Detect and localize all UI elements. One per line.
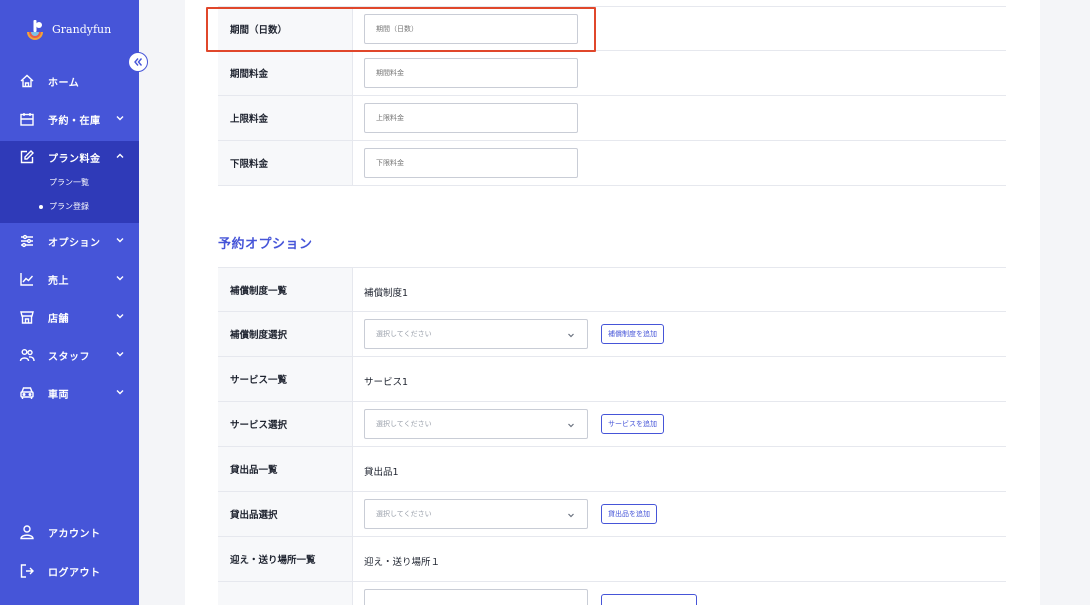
sidebar-item-plan-fee[interactable]: プラン料金 xyxy=(0,143,139,171)
sidebar-item-label: 店舗 xyxy=(48,313,69,325)
section-title: 予約オプション xyxy=(218,237,313,252)
field-label: 期間（日数） xyxy=(218,7,353,50)
row-rental-list: 貸出品一覧 貸出品1 xyxy=(218,447,1006,492)
row-period-fee: 期間料金 xyxy=(218,51,1006,96)
rental-select[interactable]: 選択してください xyxy=(364,499,588,529)
chevron-down-icon xyxy=(568,513,574,518)
brand-logo[interactable]: Grandyfun xyxy=(24,18,111,40)
chevron-down-icon xyxy=(116,352,124,357)
edit-icon xyxy=(18,148,36,166)
service-value: サービス1 xyxy=(364,377,409,388)
chevron-down-icon xyxy=(568,423,574,428)
field-label: サービス選択 xyxy=(218,402,353,446)
chart-icon xyxy=(18,270,36,288)
row-min-fee: 下限料金 xyxy=(218,141,1006,186)
chevron-up-icon xyxy=(116,153,124,158)
field-label xyxy=(218,582,353,605)
sidebar-item-label: スタッフ xyxy=(48,351,90,363)
row-period-days: 期間（日数） xyxy=(218,6,1006,51)
sidebar-item-home[interactable]: ホーム xyxy=(0,67,139,95)
chevron-down-icon xyxy=(116,238,124,243)
sidebar-item-label: 予約・在庫 xyxy=(48,115,101,127)
add-pickup-button[interactable] xyxy=(601,594,697,605)
double-chevron-left-icon xyxy=(134,58,143,66)
car-icon xyxy=(18,384,36,402)
account-button[interactable]: アカウント xyxy=(0,518,139,546)
sidebar-item-label: プラン料金 xyxy=(48,153,101,165)
period-days-input[interactable] xyxy=(364,14,578,44)
row-compensation-select: 補償制度選択 選択してください 補償制度を追加 xyxy=(218,312,1006,357)
row-max-fee: 上限料金 xyxy=(218,96,1006,141)
rental-value: 貸出品1 xyxy=(364,467,399,478)
collapse-sidebar-button[interactable] xyxy=(128,52,148,72)
compensation-select[interactable]: 選択してください xyxy=(364,319,588,349)
row-service-select: サービス選択 選択してください サービスを追加 xyxy=(218,402,1006,447)
sidebar-item-vehicle[interactable]: 車両 xyxy=(0,379,139,407)
pickup-select[interactable] xyxy=(364,589,588,605)
account-label: アカウント xyxy=(48,528,101,540)
field-label: 貸出品一覧 xyxy=(218,447,353,491)
sidebar: Grandyfun ホーム 予約・在庫 プラン料金 プラン一覧 プラン登録 オプ… xyxy=(0,0,139,605)
field-label: サービス一覧 xyxy=(218,357,353,401)
field-label: 補償制度一覧 xyxy=(218,268,353,311)
user-icon xyxy=(18,523,36,541)
sidebar-item-label: 売上 xyxy=(48,275,69,287)
add-rental-button[interactable]: 貸出品を追加 xyxy=(601,504,657,524)
sidebar-item-sales[interactable]: 売上 xyxy=(0,265,139,293)
row-service-list: サービス一覧 サービス1 xyxy=(218,357,1006,402)
row-pickup-list: 迎え・送り場所一覧 迎え・送り場所１ xyxy=(218,537,1006,582)
sidebar-item-reservation[interactable]: 予約・在庫 xyxy=(0,105,139,133)
row-pickup-select-partial xyxy=(218,582,1006,605)
logout-label: ログアウト xyxy=(48,567,101,579)
chevron-down-icon xyxy=(116,276,124,281)
sidebar-item-label: 車両 xyxy=(48,389,69,401)
logo-icon xyxy=(24,18,46,40)
sidebar-subitem-plan-list[interactable]: プラン一覧 xyxy=(49,177,89,188)
chevron-down-icon xyxy=(116,390,124,395)
add-compensation-button[interactable]: 補償制度を追加 xyxy=(601,324,664,344)
field-label: 下限料金 xyxy=(218,141,353,185)
service-select[interactable]: 選択してください xyxy=(364,409,588,439)
sidebar-item-label: ホーム xyxy=(48,77,80,89)
sidebar-item-store[interactable]: 店舗 xyxy=(0,303,139,331)
logout-icon xyxy=(18,562,36,580)
field-label: 期間料金 xyxy=(218,51,353,95)
sidebar-item-options[interactable]: オプション xyxy=(0,227,139,255)
max-fee-input[interactable] xyxy=(364,103,578,133)
field-label: 補償制度選択 xyxy=(218,312,353,356)
select-placeholder: 選択してください xyxy=(376,420,432,428)
main-content: 期間（日数） 期間料金 上限料金 下限料金 予約オプション 補償制度一覧 補償制… xyxy=(185,0,1040,605)
field-label: 迎え・送り場所一覧 xyxy=(218,537,353,581)
add-service-button[interactable]: サービスを追加 xyxy=(601,414,664,434)
sidebar-item-staff[interactable]: スタッフ xyxy=(0,341,139,369)
chevron-down-icon xyxy=(568,333,574,338)
min-fee-input[interactable] xyxy=(364,148,578,178)
field-label: 貸出品選択 xyxy=(218,492,353,536)
compensation-value: 補償制度1 xyxy=(364,288,409,299)
calendar-icon xyxy=(18,110,36,128)
brand-name: Grandyfun xyxy=(52,22,112,36)
chevron-down-icon xyxy=(116,116,124,121)
field-label: 上限料金 xyxy=(218,96,353,140)
pickup-value: 迎え・送り場所１ xyxy=(364,557,441,568)
period-fee-input[interactable] xyxy=(364,58,578,88)
home-icon xyxy=(18,72,36,90)
options-icon xyxy=(18,232,36,250)
select-placeholder: 選択してください xyxy=(376,510,432,518)
sidebar-subitem-plan-register[interactable]: プラン登録 xyxy=(39,201,89,212)
staff-icon xyxy=(18,346,36,364)
select-placeholder: 選択してください xyxy=(376,330,432,338)
sidebar-item-label: オプション xyxy=(48,237,101,249)
chevron-down-icon xyxy=(116,314,124,319)
store-icon xyxy=(18,308,36,326)
row-compensation-list: 補償制度一覧 補償制度1 xyxy=(218,267,1006,312)
row-rental-select: 貸出品選択 選択してください 貸出品を追加 xyxy=(218,492,1006,537)
logout-button[interactable]: ログアウト xyxy=(0,557,139,585)
